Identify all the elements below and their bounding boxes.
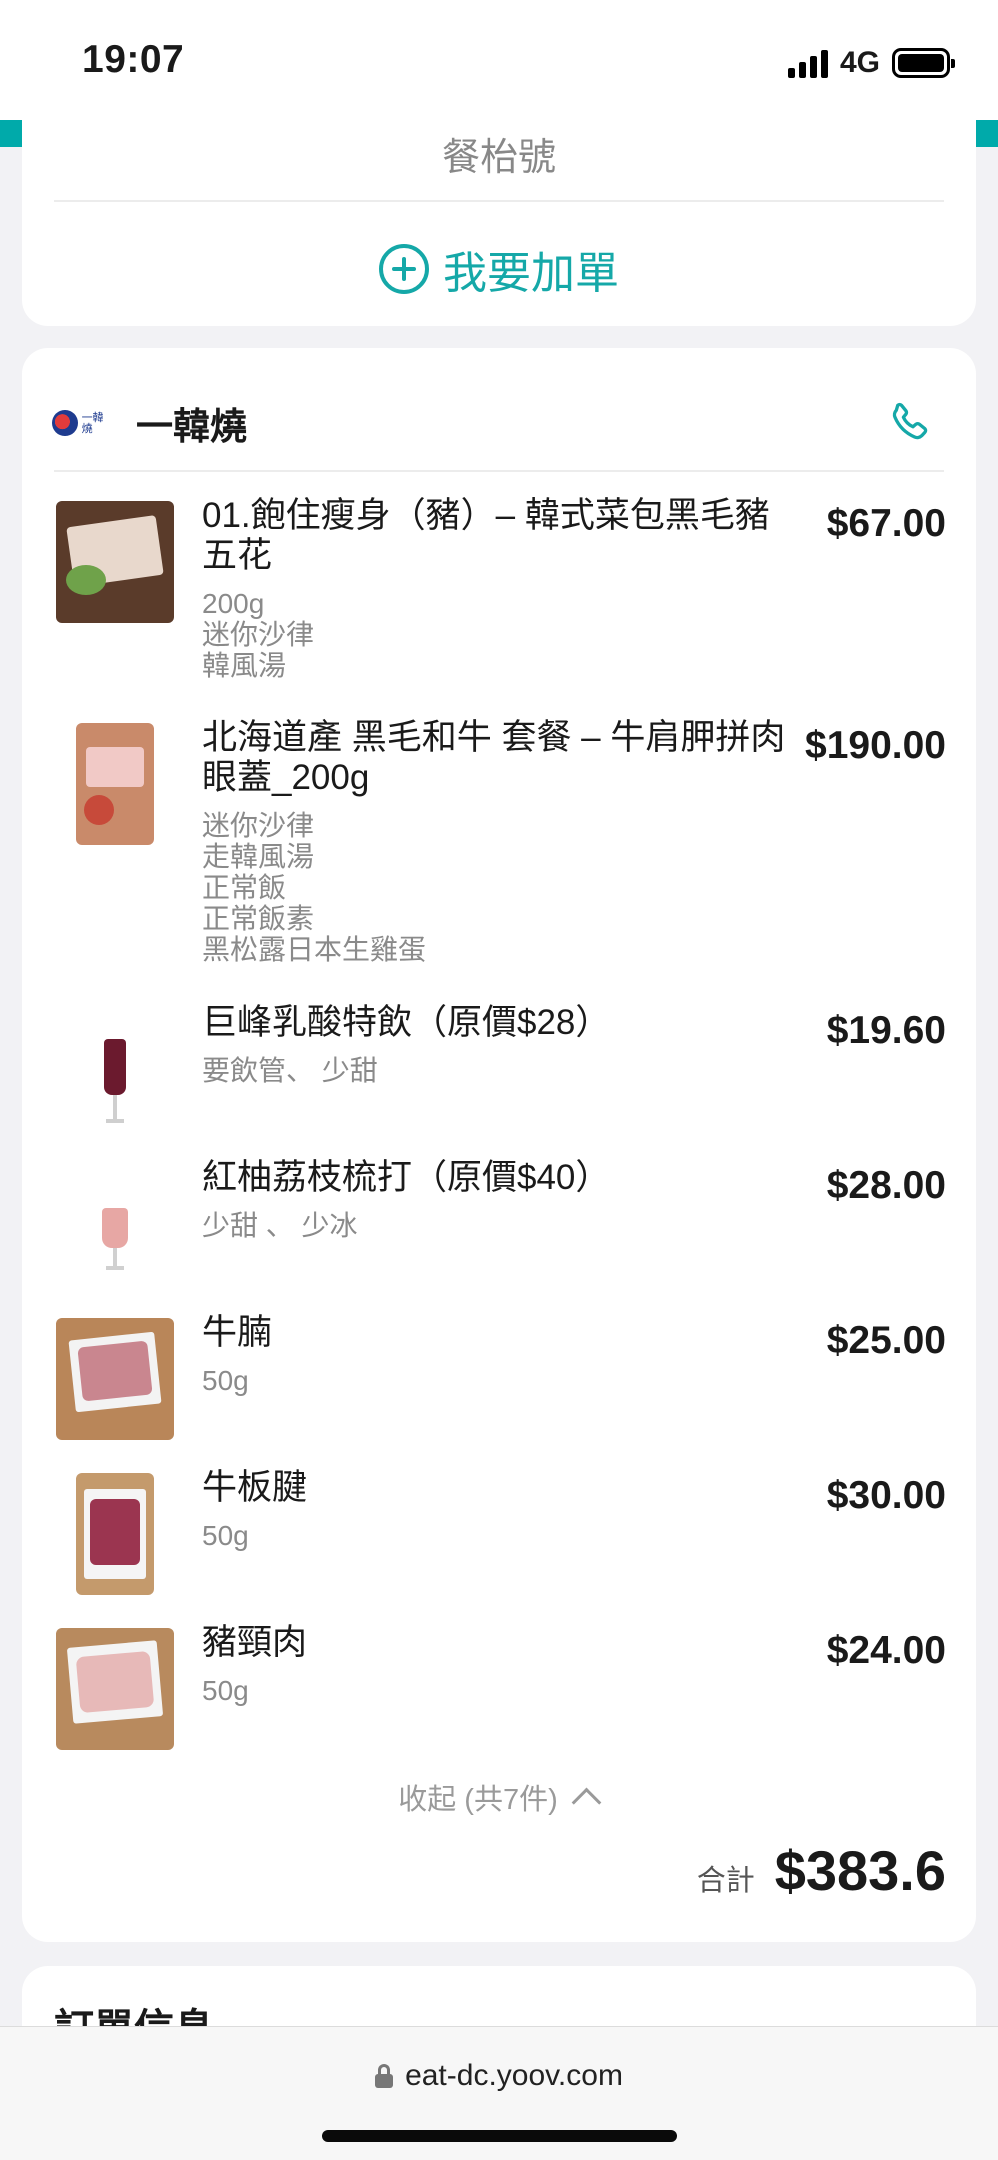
item-options: 50g: [202, 1675, 249, 1706]
item-options: 少甜 、 少冰: [202, 1210, 358, 1241]
order-total: 合計 $383.6: [697, 1838, 946, 1903]
add-order-label: 我要加單: [443, 249, 619, 298]
status-time: 19:07: [82, 38, 185, 81]
collapse-items-button[interactable]: 收起 (共7件): [22, 1776, 976, 1818]
network-type: 4G: [839, 46, 880, 79]
signal-icon: [787, 48, 828, 78]
item-price: $19.60: [826, 1009, 946, 1052]
divider: [54, 470, 944, 472]
restaurant-logo: 一韓燒: [52, 408, 114, 438]
item-name: 紅柚荔枝梳打（原價$40）: [202, 1158, 611, 1197]
status-indicators: 4G: [787, 46, 955, 80]
header-accent-right: [976, 120, 998, 147]
total-value: $383.6: [774, 1839, 946, 1902]
item-price: $28.00: [826, 1164, 946, 1207]
lock-icon: [375, 2064, 394, 2088]
url-text: eat-dc.yoov.com: [405, 2059, 623, 2092]
item-name: 北海道產 黑毛和牛 套餐 – 牛肩胛拼肉眼蓋_200g: [202, 718, 786, 797]
order-card: 一韓燒 一韓燒 01.飽住瘦身（豬）– 韓式菜包黑毛豬五花 200g 迷你沙律 …: [22, 348, 976, 1942]
item-name: 牛板腱: [202, 1468, 308, 1507]
item-name: 豬頸肉: [202, 1623, 308, 1662]
phone-icon[interactable]: [884, 398, 934, 448]
item-price: $67.00: [826, 502, 946, 545]
item-thumbnail: [56, 501, 174, 623]
total-label: 合計: [696, 1865, 755, 1897]
table-card: 餐枱號 我要加單: [22, 100, 976, 326]
item-price: $25.00: [826, 1319, 946, 1362]
table-number-label: 餐枱號: [441, 137, 556, 179]
collapse-label: 收起 (共7件): [398, 1784, 558, 1816]
item-name: 巨峰乳酸特飲（原價$28）: [202, 1003, 611, 1042]
item-options: 200g 迷你沙律 韓風湯: [202, 588, 315, 681]
item-name: 牛腩: [202, 1313, 273, 1352]
item-options: 迷你沙律 走韓風湯 正常飯 正常飯素 黑松露日本生雞蛋: [202, 810, 427, 965]
status-bar: 19:07 4G: [0, 0, 998, 120]
item-thumbnail: [76, 1170, 154, 1280]
item-price: $24.00: [826, 1629, 946, 1672]
divider: [54, 200, 944, 202]
item-thumbnail: [76, 1021, 154, 1131]
add-order-button[interactable]: 我要加單: [22, 237, 976, 301]
item-options: 50g: [202, 1520, 249, 1551]
item-options: 要飲管、 少甜: [202, 1055, 378, 1086]
header-accent-left: [0, 120, 22, 147]
item-options: 50g: [202, 1365, 249, 1396]
item-thumbnail: [56, 1318, 174, 1440]
browser-bottom-bar: eat-dc.yoov.com: [0, 2026, 998, 2160]
item-thumbnail: [76, 723, 154, 845]
url-bar[interactable]: eat-dc.yoov.com: [0, 2059, 998, 2093]
battery-icon: [892, 48, 955, 78]
item-thumbnail: [76, 1473, 154, 1595]
chevron-up-icon: [570, 1782, 600, 1812]
item-name: 01.飽住瘦身（豬）– 韓式菜包黑毛豬五花: [202, 496, 770, 575]
item-price: $30.00: [826, 1474, 946, 1517]
restaurant-header: 一韓燒 一韓燒: [52, 388, 946, 458]
item-price: $190.00: [805, 724, 946, 767]
plus-circle-icon: [379, 244, 429, 294]
item-thumbnail: [56, 1628, 174, 1750]
home-indicator[interactable]: [322, 2130, 677, 2142]
restaurant-name: 一韓燒: [136, 406, 247, 447]
